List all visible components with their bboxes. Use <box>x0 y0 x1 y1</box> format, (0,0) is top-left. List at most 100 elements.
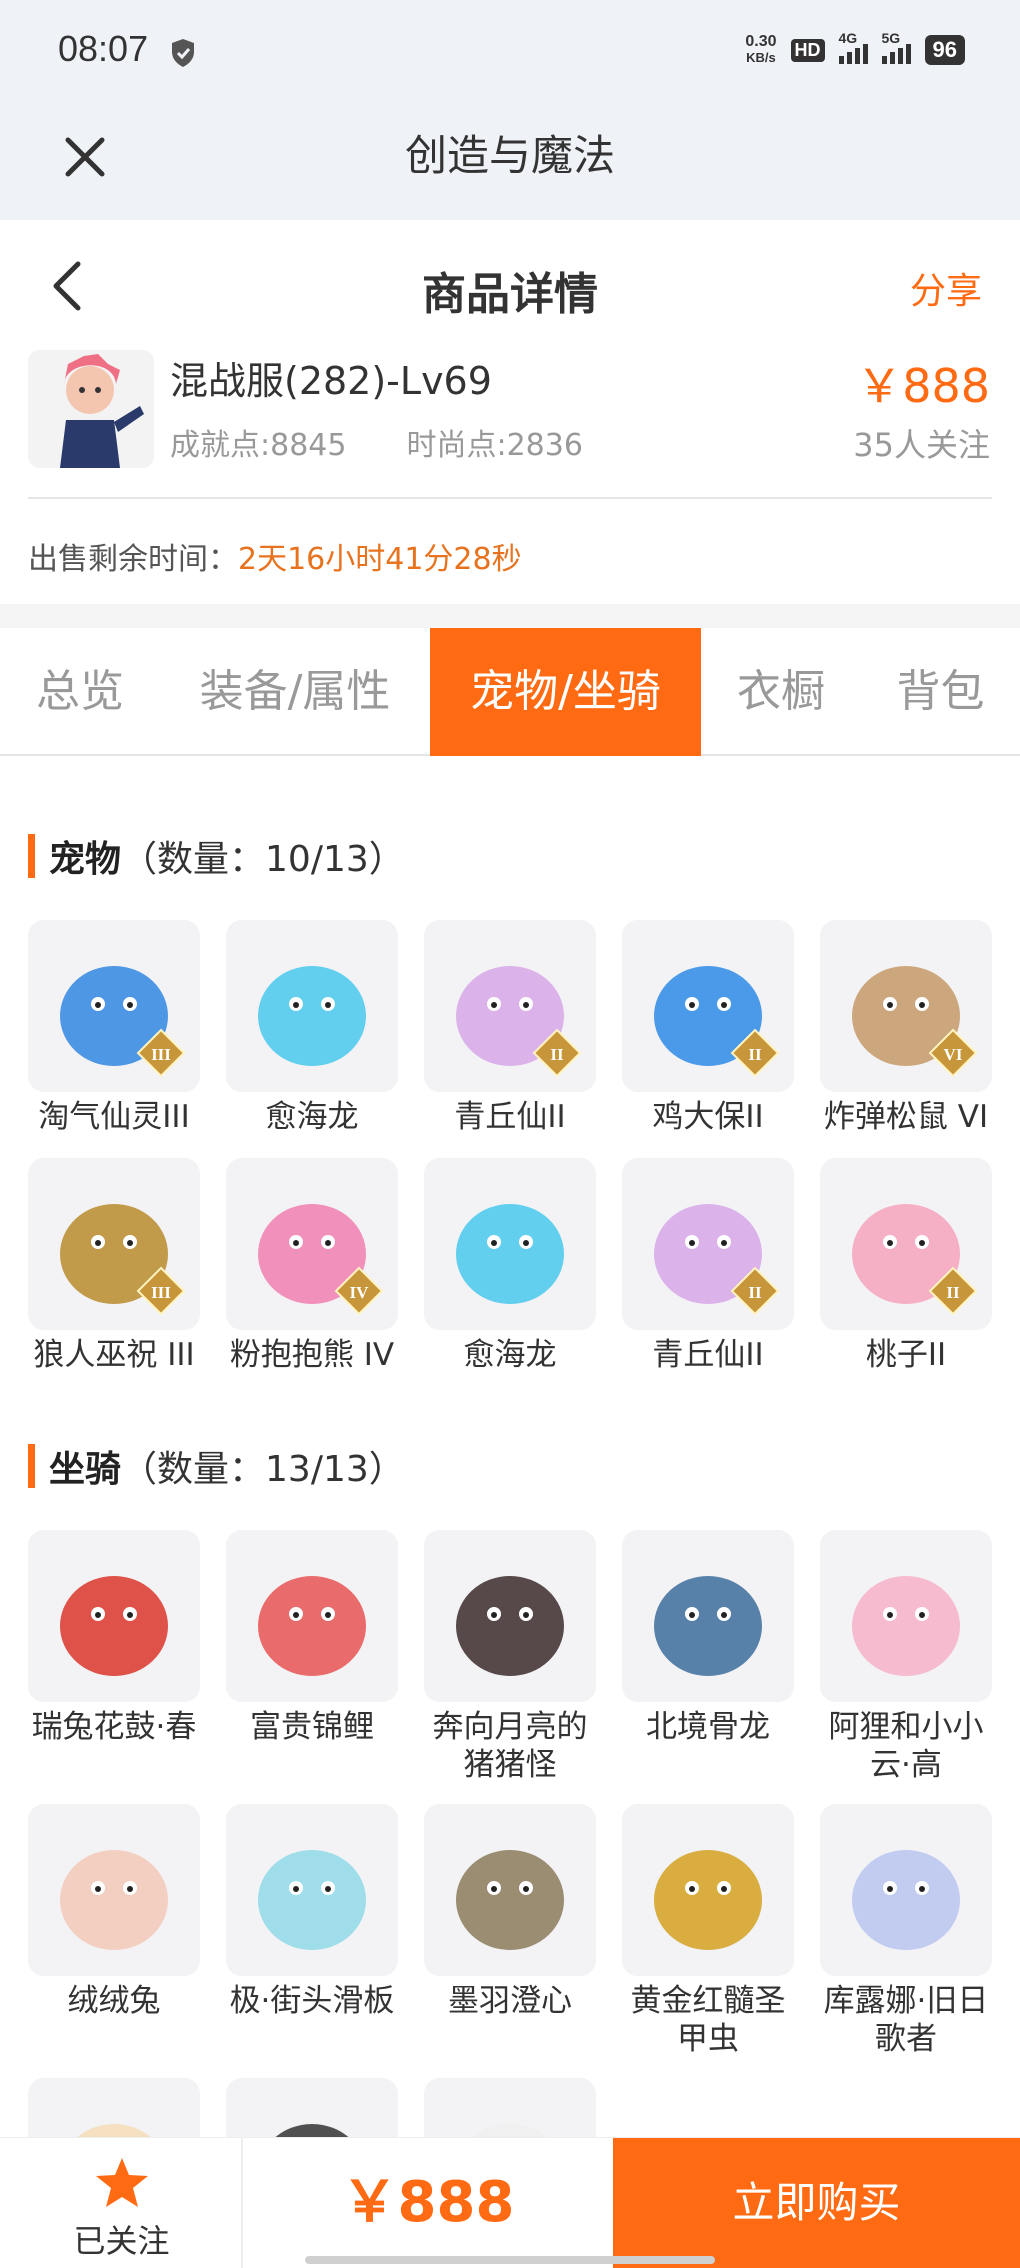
tab-wardrobe[interactable]: 衣橱 <box>701 628 861 756</box>
pet-item[interactable]: 愈海龙 <box>424 1158 596 1374</box>
item-name: 炸弹松鼠 VI <box>823 1099 989 1135</box>
mount-item[interactable]: 阿狸和小小云·高 <box>820 1530 992 1784</box>
pet-item[interactable]: IV 粉抱抱熊 IV <box>226 1158 398 1374</box>
mounts-section-header: 坐骑 （数量：13/13） <box>28 1440 405 1492</box>
rank-badge-icon: II <box>730 1266 780 1316</box>
rank-badge-icon: III <box>136 1028 186 1078</box>
drum-icon <box>28 1530 200 1702</box>
item-name: 阿狸和小小云·高 <box>828 1709 984 1783</box>
follow-label: 已关注 <box>73 2222 170 2260</box>
koi-icon <box>226 1530 398 1702</box>
item-name: 墨羽澄心 <box>448 1983 572 2019</box>
mount-item[interactable]: 瑞兔花鼓·春 <box>28 1530 200 1746</box>
tab-overview[interactable]: 总览 <box>0 628 160 756</box>
svg-text:II: II <box>748 1283 762 1302</box>
section-gap <box>0 604 1020 628</box>
sale-timer: 出售剩余时间：2天16小时41分28秒 <box>28 542 522 577</box>
rank-badge-icon: II <box>532 1028 582 1078</box>
tab-backpack[interactable]: 背包 <box>861 628 1020 756</box>
pet-item[interactable]: III 淘气仙灵III <box>28 920 200 1136</box>
item-name: 黄金红髓圣甲虫 <box>630 1983 786 2057</box>
star-icon <box>96 2158 148 2207</box>
product-price: ￥888 <box>856 359 990 413</box>
tab-bar: 总览 装备/属性 宠物/坐骑 衣橱 背包 <box>0 628 1020 756</box>
fox-fairy-icon: II <box>424 920 596 1092</box>
home-indicator[interactable] <box>305 2256 715 2264</box>
status-bar: 08:07 0.30 KB/s HD 4G 5G 96 <box>0 0 1020 110</box>
item-name: 北境骨龙 <box>646 1709 770 1745</box>
pet-item[interactable]: II 青丘仙II <box>622 1158 794 1374</box>
svg-text:II: II <box>748 1045 762 1064</box>
pink-bear-icon: IV <box>226 1158 398 1330</box>
feather-sword-icon <box>424 1804 596 1976</box>
bottom-action-bar: 已关注 ￥888 立即购买 <box>0 2137 1020 2268</box>
divider <box>28 497 992 499</box>
hd-badge: HD <box>790 38 825 62</box>
mount-item[interactable]: 墨羽澄心 <box>424 1804 596 2020</box>
werewolf-shaman-icon: III <box>28 1158 200 1330</box>
item-name: 粉抱抱熊 IV <box>229 1337 395 1373</box>
item-name: 奔向月亮的猪猪怪 <box>432 1709 588 1783</box>
pet-item[interactable]: 愈海龙 <box>226 920 398 1136</box>
product-name: 混战服(282)-Lv69 <box>170 359 492 403</box>
cloud-fox-icon <box>820 1530 992 1702</box>
mount-item[interactable]: 奔向月亮的猪猪怪 <box>424 1530 596 1784</box>
rank-badge-icon: VI <box>928 1028 978 1078</box>
item-name: 桃子II <box>865 1337 947 1373</box>
fluffy-rabbit-icon <box>28 1804 200 1976</box>
follower-count: 35人关注 <box>853 426 990 464</box>
pet-item[interactable]: VI 炸弹松鼠 VI <box>820 920 992 1136</box>
buy-now-button[interactable]: 立即购买 <box>613 2138 1020 2268</box>
svg-text:IV: IV <box>350 1283 370 1302</box>
pet-item[interactable]: II 青丘仙II <box>424 920 596 1136</box>
battery-icon: 96 <box>924 35 965 65</box>
section-accent <box>28 1444 35 1488</box>
pet-item[interactable]: II 桃子II <box>820 1158 992 1374</box>
tab-pets-mounts[interactable]: 宠物/坐骑 <box>430 628 701 756</box>
pig-icon <box>424 1530 596 1702</box>
pets-section-header: 宠物 （数量：10/13） <box>28 830 405 882</box>
rank-badge-icon: IV <box>334 1266 384 1316</box>
character-image <box>28 350 154 468</box>
sea-dragon-icon <box>226 920 398 1092</box>
app-titlebar: 创造与魔法 <box>0 110 1020 220</box>
blue-puppy-icon: III <box>28 920 200 1092</box>
page-title: 商品详情 <box>422 269 598 320</box>
item-name: 愈海龙 <box>265 1099 359 1135</box>
svg-text:VI: VI <box>944 1045 963 1064</box>
share-button[interactable]: 分享 <box>910 262 982 314</box>
app-title: 创造与魔法 <box>404 131 615 180</box>
item-name: 富贵锦鲤 <box>250 1709 374 1745</box>
item-name: 绒绒兔 <box>67 1983 161 2019</box>
skateboard-icon <box>226 1804 398 1976</box>
mount-item[interactable]: 库露娜·旧日歌者 <box>820 1804 992 2058</box>
item-name: 狼人巫祝 III <box>33 1337 195 1373</box>
rank-badge-icon: II <box>730 1028 780 1078</box>
bone-dragon-icon <box>622 1530 794 1702</box>
item-name: 青丘仙II <box>454 1099 566 1135</box>
status-indicators: 0.30 KB/s HD 4G 5G 96 <box>745 30 965 66</box>
item-name: 青丘仙II <box>652 1337 764 1373</box>
fashion-points: 时尚点:2836 <box>406 428 583 463</box>
svg-text:II: II <box>550 1045 564 1064</box>
mount-item[interactable]: 绒绒兔 <box>28 1804 200 2020</box>
mount-item[interactable]: 北境骨龙 <box>622 1530 794 1746</box>
mount-item[interactable]: 富贵锦鲤 <box>226 1530 398 1746</box>
rank-badge-icon: II <box>928 1266 978 1316</box>
follow-button[interactable]: 已关注 <box>0 2138 243 2268</box>
signal-5g-icon: 5G <box>881 30 911 64</box>
svg-text:II: II <box>946 1283 960 1302</box>
mount-item[interactable]: 极·街头滑板 <box>226 1804 398 2020</box>
mount-item[interactable]: 黄金红髓圣甲虫 <box>622 1804 794 2058</box>
squirrel-icon: VI <box>820 920 992 1092</box>
item-name: 愈海龙 <box>463 1337 557 1373</box>
pet-item[interactable]: III 狼人巫祝 III <box>28 1158 200 1374</box>
item-name: 鸡大保II <box>652 1099 764 1135</box>
svg-text:III: III <box>151 1045 171 1064</box>
status-time: 08:07 <box>58 28 149 69</box>
item-name: 淘气仙灵III <box>38 1099 190 1135</box>
pet-item[interactable]: II 鸡大保II <box>622 920 794 1136</box>
fox-fairy-icon: II <box>622 1158 794 1330</box>
item-name: 极·街头滑板 <box>229 1983 395 2019</box>
tab-equipment[interactable]: 装备/属性 <box>160 628 430 756</box>
